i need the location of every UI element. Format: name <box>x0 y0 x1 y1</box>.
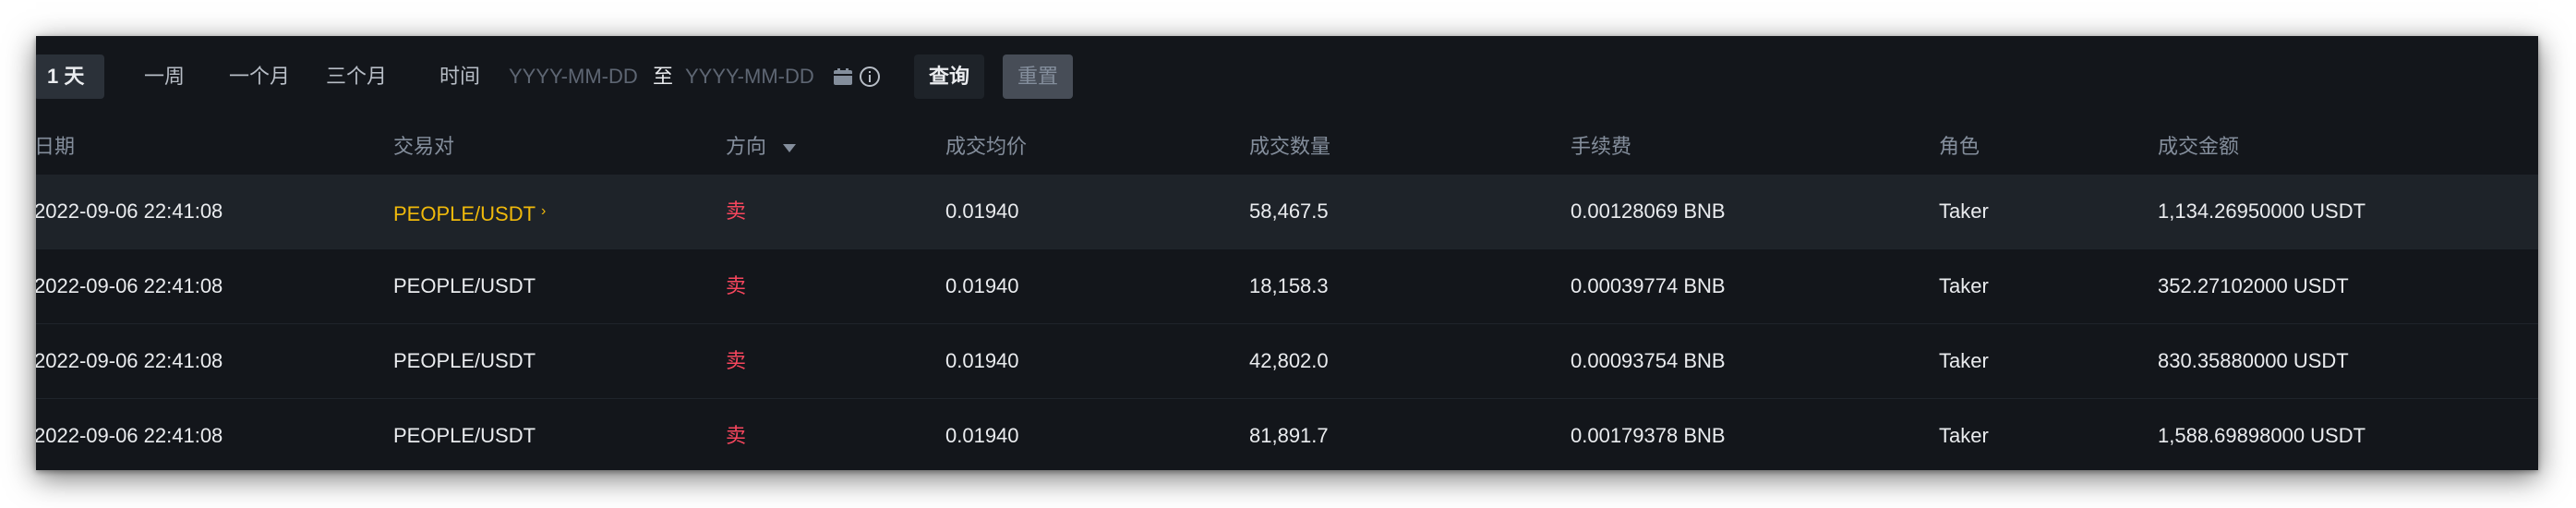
query-button[interactable]: 查询 <box>914 54 985 99</box>
end-date-input[interactable]: YYYY-MM-DD <box>685 54 814 99</box>
cell-quantity: 18,158.3 <box>1249 274 1329 297</box>
col-avg-price: 成交均价 <box>945 135 1028 158</box>
cell-role: Taker <box>1939 274 1989 297</box>
calendar-icon[interactable] <box>832 66 854 88</box>
cell-side: 卖 <box>726 349 747 372</box>
sort-down-icon[interactable] <box>783 143 797 152</box>
table-body: 2022-09-06 22:41:08 PEOPLE/USDT › 卖 0.019… <box>36 175 2538 470</box>
cell-avg-price: 0.01940 <box>945 424 1019 447</box>
cell-amount: 1,588.69898000 USDT <box>2158 424 2366 447</box>
col-date: 日期 <box>36 135 76 158</box>
cell-role: Taker <box>1939 349 1989 372</box>
period-1day-tab[interactable]: 1 天 <box>36 54 105 99</box>
time-label: 时间 <box>439 65 481 88</box>
cell-fee: 0.00128069 BNB <box>1571 200 1726 223</box>
cell-avg-price: 0.01940 <box>945 274 1019 297</box>
pair-label[interactable]: PEOPLE/USDT <box>393 202 536 225</box>
cell-amount: 830.35880000 USDT <box>2158 349 2349 372</box>
table-row[interactable]: 2022-09-06 22:41:08 PEOPLE/USDT 卖 0.0194… <box>36 399 2538 470</box>
col-pair: 交易对 <box>393 135 455 158</box>
period-1month-tab[interactable]: 一个月 <box>229 54 290 99</box>
range-separator: 至 <box>653 65 674 88</box>
cell-side: 卖 <box>726 424 747 447</box>
cell-fee: 0.00179378 BNB <box>1571 424 1726 447</box>
table-row[interactable]: 2022-09-06 22:41:08 PEOPLE/USDT 卖 0.0194… <box>36 324 2538 399</box>
start-date-input[interactable]: YYYY-MM-DD <box>509 54 638 99</box>
table-row[interactable]: 2022-09-06 22:41:08 PEOPLE/USDT › 卖 0.019… <box>36 175 2538 249</box>
period-1week-tab[interactable]: 一周 <box>144 54 185 99</box>
cell-date: 2022-09-06 22:41:08 <box>36 349 223 372</box>
cell-date: 2022-09-06 22:41:08 <box>36 274 223 297</box>
cell-avg-price: 0.01940 <box>945 200 1019 223</box>
cell-side: 卖 <box>726 274 747 297</box>
cell-pair[interactable]: PEOPLE/USDT <box>393 324 536 398</box>
col-role: 角色 <box>1939 135 1980 158</box>
cell-date: 2022-09-06 22:41:08 <box>36 200 223 223</box>
cell-fee: 0.00093754 BNB <box>1571 349 1726 372</box>
cell-role: Taker <box>1939 424 1989 447</box>
cell-amount: 352.27102000 USDT <box>2158 274 2349 297</box>
info-icon[interactable] <box>859 66 881 88</box>
cell-side: 卖 <box>726 200 747 223</box>
cell-pair[interactable]: PEOPLE/USDT <box>393 399 536 470</box>
table-row[interactable]: 2022-09-06 22:41:08 PEOPLE/USDT 卖 0.0194… <box>36 249 2538 324</box>
cell-amount: 1,134.26950000 USDT <box>2158 200 2366 223</box>
col-fee: 手续费 <box>1571 135 1632 158</box>
trade-history-panel: 1 天 一周 一个月 三个月 时间 YYYY-MM-DD 至 YYYY-MM-D… <box>36 36 2538 470</box>
col-side-label: 方向 <box>726 135 767 158</box>
cell-pair-link[interactable]: PEOPLE/USDT › <box>393 175 546 248</box>
table-header: 日期 交易对 方向 成交均价 成交数量 手续费 角色 成交金额 <box>36 119 2538 175</box>
chevron-right-icon[interactable]: › <box>541 203 546 219</box>
col-side[interactable]: 方向 <box>726 119 797 175</box>
cell-role: Taker <box>1939 200 1989 223</box>
col-amount: 成交金额 <box>2158 135 2240 158</box>
reset-button[interactable]: 重置 <box>1003 54 1074 99</box>
cell-quantity: 81,891.7 <box>1249 424 1329 447</box>
cell-quantity: 58,467.5 <box>1249 200 1329 223</box>
cell-pair[interactable]: PEOPLE/USDT <box>393 249 536 323</box>
filter-toolbar: 1 天 一周 一个月 三个月 时间 YYYY-MM-DD 至 YYYY-MM-D… <box>36 54 2538 99</box>
col-quantity: 成交数量 <box>1249 135 1331 158</box>
cell-quantity: 42,802.0 <box>1249 349 1329 372</box>
cell-fee: 0.00039774 BNB <box>1571 274 1726 297</box>
period-3month-tab[interactable]: 三个月 <box>326 54 387 99</box>
cell-avg-price: 0.01940 <box>945 349 1019 372</box>
cell-date: 2022-09-06 22:41:08 <box>36 424 223 447</box>
